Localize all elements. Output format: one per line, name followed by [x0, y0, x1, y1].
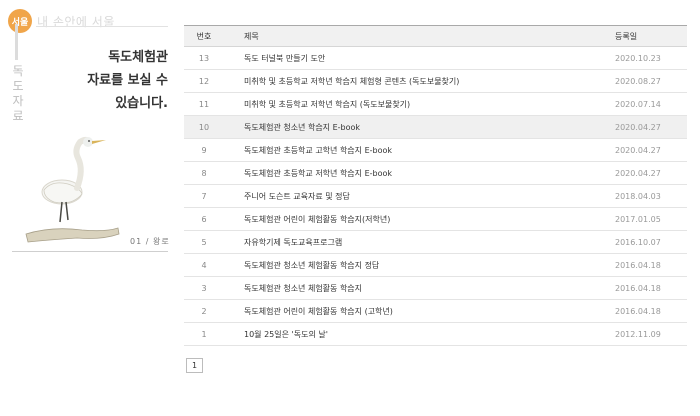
row-number: 8	[201, 168, 207, 178]
row-date: 2020.07.14	[615, 99, 661, 109]
row-title-link[interactable]: 독도체험관 어린이 체험활동 학습지(저학년)	[224, 214, 607, 225]
row-title-link[interactable]: 독도체험관 초등학교 저학년 학습지 E-book	[224, 168, 607, 179]
row-title-link[interactable]: 독도체험관 초등학교 고학년 학습지 E-book	[224, 145, 607, 156]
row-date: 2016.10.07	[615, 237, 661, 247]
row-number: 4	[201, 260, 207, 270]
table-row[interactable]: 2 독도체험관 어린이 체험활동 학습지 (고학년) 2016.04.18	[184, 300, 687, 323]
header-date: 등록일	[615, 31, 638, 41]
headline-line: 독도체험관	[108, 50, 168, 65]
table-row[interactable]: 1 10월 25일은 '독도의 날' 2012.11.09	[184, 323, 687, 346]
row-number: 11	[198, 99, 210, 109]
left-panel: 서울 내 손안에 서울 독 도 자 료 독도체험관 자료를 보실 수 있습니다.…	[0, 0, 176, 416]
row-title-link[interactable]: 독도체험관 청소년 체험활동 학습지 정답	[224, 260, 607, 271]
table-row[interactable]: 10 독도체험관 청소년 학습지 E-book 2020.04.27	[184, 116, 687, 139]
board-table: 번호 제목 등록일 13 독도 터널북 만들기 도안 2020.10.23 12…	[184, 25, 687, 346]
row-title-link[interactable]: 독도체험관 청소년 체험활동 학습지	[224, 283, 607, 294]
row-number: 1	[201, 329, 207, 339]
row-number: 12	[198, 76, 210, 86]
table-row[interactable]: 3 독도체험관 청소년 체험활동 학습지 2016.04.18	[184, 277, 687, 300]
row-date: 2020.04.27	[615, 122, 661, 132]
row-number: 5	[201, 237, 207, 247]
vertical-char: 독	[12, 64, 24, 78]
row-number: 2	[201, 306, 207, 316]
row-number: 7	[201, 191, 207, 201]
row-date: 2020.10.23	[615, 53, 661, 63]
table-row[interactable]: 5 자유학기제 독도교육프로그램 2016.10.07	[184, 231, 687, 254]
table-row[interactable]: 4 독도체험관 청소년 체험활동 학습지 정답 2016.04.18	[184, 254, 687, 277]
header-number: 번호	[196, 31, 212, 41]
row-title-link[interactable]: 미취학 및 초등학교 저학년 학습지 체험형 콘텐츠 (독도보물찾기)	[224, 76, 607, 87]
row-date: 2017.01.05	[615, 214, 661, 224]
row-number: 3	[201, 283, 207, 293]
table-row[interactable]: 12 미취학 및 초등학교 저학년 학습지 체험형 콘텐츠 (독도보물찾기) 2…	[184, 70, 687, 93]
row-date: 2012.11.09	[615, 329, 661, 339]
row-title-link[interactable]: 미취학 및 초등학교 저학년 학습지 (독도보물찾기)	[224, 99, 607, 110]
table-row[interactable]: 9 독도체험관 초등학교 고학년 학습지 E-book 2020.04.27	[184, 139, 687, 162]
vertical-accent-line	[15, 24, 18, 60]
table-row[interactable]: 13 독도 터널북 만들기 도안 2020.10.23	[184, 47, 687, 70]
slide-counter: 01 / 왕로	[130, 237, 170, 246]
vertical-char: 료	[12, 109, 24, 123]
header-title: 제목	[244, 31, 259, 41]
row-title-link[interactable]: 자유학기제 독도교육프로그램	[224, 237, 607, 248]
table-row[interactable]: 7 주니어 도슨트 교육자료 및 정답 2018.04.03	[184, 185, 687, 208]
row-title-link[interactable]: 독도체험관 어린이 체험활동 학습지 (고학년)	[224, 306, 607, 317]
row-number: 10	[198, 122, 210, 132]
table-row[interactable]: 11 미취학 및 초등학교 저학년 학습지 (독도보물찾기) 2020.07.1…	[184, 93, 687, 116]
table-row[interactable]: 8 독도체험관 초등학교 저학년 학습지 E-book 2020.04.27	[184, 162, 687, 185]
vertical-section-label: 독 도 자 료	[11, 64, 25, 124]
row-number: 13	[198, 53, 210, 63]
row-date: 2016.04.18	[615, 260, 661, 270]
vertical-char: 도	[12, 79, 24, 93]
sidebar-headline: 독도체험관 자료를 보실 수 있습니다.	[87, 46, 168, 115]
row-date: 2020.08.27	[615, 76, 661, 86]
row-title-link[interactable]: 10월 25일은 '독도의 날'	[224, 329, 607, 340]
table-row[interactable]: 6 독도체험관 어린이 체험활동 학습지(저학년) 2017.01.05	[184, 208, 687, 231]
row-date: 2020.04.27	[615, 145, 661, 155]
row-title-link[interactable]: 독도 터널북 만들기 도안	[224, 53, 607, 64]
page-button-current[interactable]: 1	[186, 358, 203, 373]
site-logo[interactable]: 서울 내 손안에 서울	[8, 8, 168, 34]
logo-divider	[36, 26, 168, 27]
table-header: 번호 제목 등록일	[184, 25, 687, 47]
headline-line: 자료를 보실 수	[87, 73, 168, 88]
row-title-link[interactable]: 독도체험관 청소년 학습지 E-book	[224, 122, 607, 133]
row-number: 6	[201, 214, 207, 224]
vertical-char: 자	[12, 94, 24, 108]
row-date: 2018.04.03	[615, 191, 661, 201]
row-date: 2016.04.18	[615, 283, 661, 293]
row-date: 2016.04.18	[615, 306, 661, 316]
headline-line: 있습니다.	[115, 96, 168, 111]
row-date: 2020.04.27	[615, 168, 661, 178]
logo-mark: 서울	[8, 9, 32, 33]
pagination: 1	[186, 358, 203, 373]
row-title-link[interactable]: 주니어 도슨트 교육자료 및 정답	[224, 191, 607, 202]
egret-illustration	[25, 137, 120, 243]
row-number: 9	[201, 145, 207, 155]
sidebar-divider	[12, 251, 168, 252]
